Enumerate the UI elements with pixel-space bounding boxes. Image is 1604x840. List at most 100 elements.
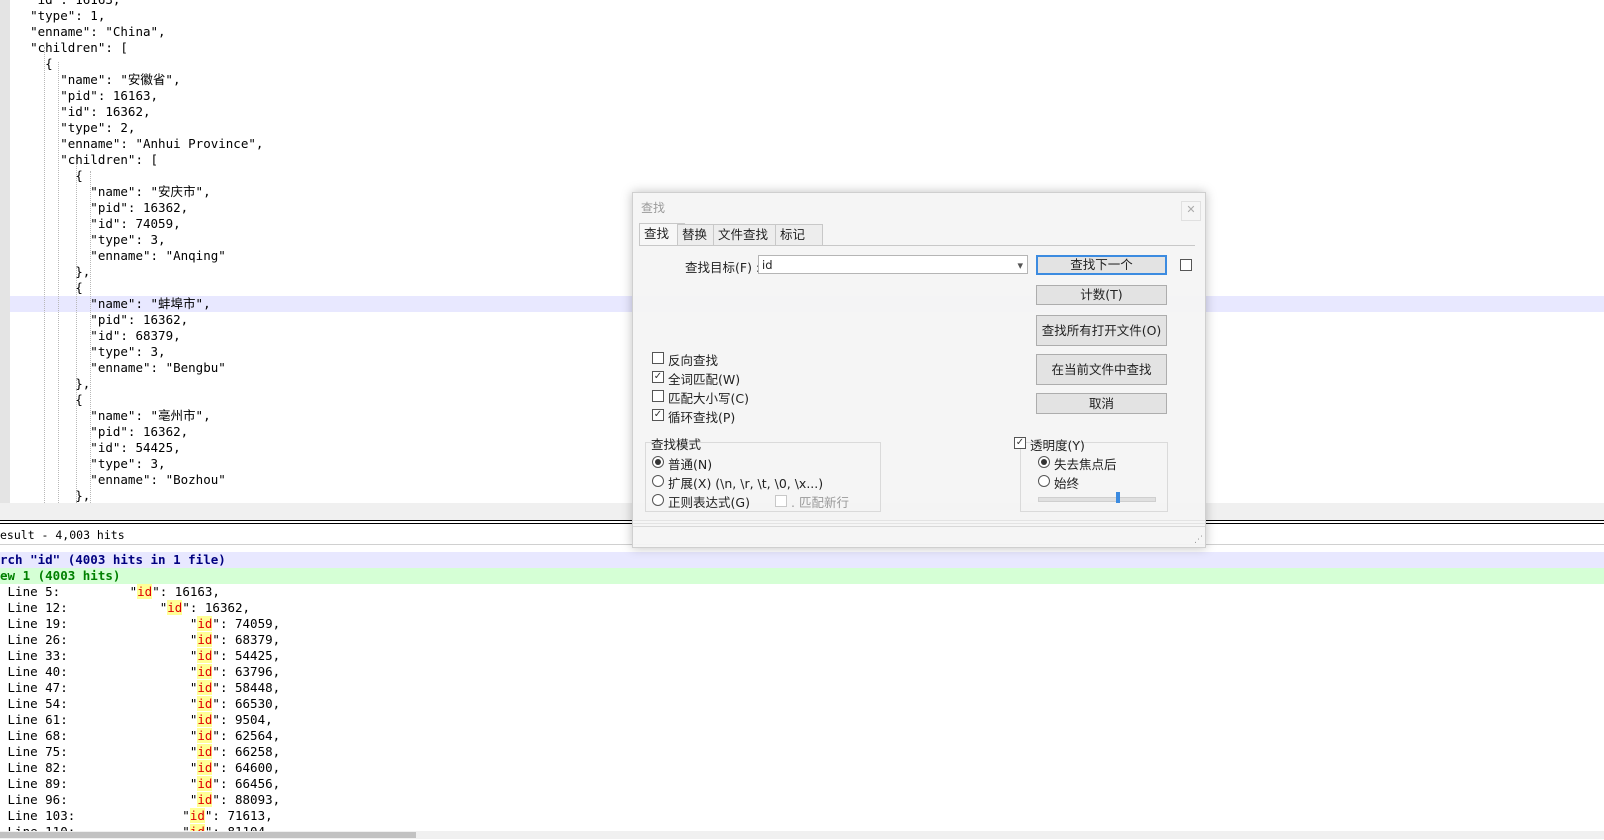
- result-text: ": [92, 728, 198, 743]
- result-text: ": 68379,: [212, 632, 281, 647]
- result-text: ": [92, 712, 198, 727]
- code-line: "enname": "Bozhou": [0, 472, 226, 487]
- result-line-number: Line 33:: [0, 648, 68, 663]
- result-text: ": 58448,: [212, 680, 281, 695]
- mode-regex-radio[interactable]: [652, 494, 664, 506]
- transparency-slider-thumb[interactable]: [1116, 492, 1120, 503]
- result-line-number: Line 82:: [0, 760, 68, 775]
- backward-checkbox[interactable]: [652, 352, 664, 364]
- dot-newline-checkbox[interactable]: [775, 495, 787, 507]
- find-all-current-file-button[interactable]: 在当前文件中查找: [1036, 354, 1167, 385]
- transparency-slider[interactable]: [1038, 497, 1156, 502]
- result-text: ": [92, 616, 198, 631]
- result-row[interactable]: Line 75: "id": 66258,: [0, 744, 1604, 760]
- result-text: ": 66530,: [212, 696, 281, 711]
- result-row[interactable]: Line 89: "id": 66456,: [0, 776, 1604, 792]
- result-row[interactable]: Line 26: "id": 68379,: [0, 632, 1604, 648]
- close-icon[interactable]: ✕: [1181, 201, 1201, 221]
- resize-grip-icon[interactable]: ⋰: [1194, 535, 1203, 545]
- code-line: "id": 16163,: [0, 0, 120, 8]
- find-what-input[interactable]: id ▾: [758, 255, 1028, 274]
- code-line: "type": 2,: [0, 120, 136, 135]
- code-line: "children": [: [0, 152, 159, 167]
- whole-word-label: 全词匹配(W): [668, 372, 741, 387]
- code-line: "id": 74059,: [0, 216, 181, 231]
- result-row[interactable]: Line 54: "id": 66530,: [0, 696, 1604, 712]
- result-text: ": [92, 744, 198, 759]
- result-row[interactable]: Line 68: "id": 62564,: [0, 728, 1604, 744]
- chevron-down-icon[interactable]: ▾: [1017, 256, 1023, 275]
- search-summary-line[interactable]: rch "id" (4003 hits in 1 file): [0, 552, 1604, 568]
- code-line: "pid": 16362,: [0, 200, 189, 215]
- result-text: ": [92, 696, 198, 711]
- result-text: ": 71613,: [204, 808, 273, 823]
- code-line: "id": 68379,: [0, 328, 181, 343]
- horizontal-scrollbar[interactable]: [0, 831, 1604, 839]
- result-row[interactable]: Line 5: "id": 16163,: [0, 584, 1604, 600]
- result-text: ": 54425,: [212, 648, 281, 663]
- code-line: },: [0, 488, 91, 503]
- always-radio[interactable]: [1038, 475, 1050, 487]
- find-what-label: 查找目标(F) :: [685, 260, 761, 275]
- result-text: ": [92, 664, 198, 679]
- result-text: ": 66456,: [212, 776, 281, 791]
- result-text: ": [92, 776, 198, 791]
- hit-highlight: id: [197, 792, 213, 807]
- tab-mark[interactable]: 标记: [775, 224, 823, 245]
- hit-highlight: id: [197, 776, 213, 791]
- cancel-button[interactable]: 取消: [1036, 393, 1167, 414]
- dot-newline-label: . 匹配新行: [791, 495, 849, 510]
- find-what-value: id: [762, 258, 773, 272]
- wrap-around-checkbox[interactable]: ✓: [652, 409, 664, 421]
- search-mode-title: 查找模式: [651, 437, 702, 452]
- result-text: ": 64600,: [212, 760, 281, 775]
- tab-divider: [639, 245, 1195, 246]
- code-line: "type": 3,: [0, 344, 166, 359]
- hit-highlight: id: [189, 808, 205, 823]
- mode-extended-radio[interactable]: [652, 475, 664, 487]
- whole-word-checkbox[interactable]: ✓: [652, 371, 664, 383]
- dialog-title: 查找: [641, 201, 666, 215]
- find-all-open-files-button[interactable]: 查找所有打开文件(O): [1036, 315, 1167, 346]
- find-next-button[interactable]: 查找下一个: [1036, 255, 1167, 275]
- file-summary-line[interactable]: ew 1 (4003 hits): [0, 568, 1604, 584]
- transparency-checkbox[interactable]: ✓: [1014, 437, 1026, 449]
- result-row[interactable]: Line 33: "id": 54425,: [0, 648, 1604, 664]
- code-line: "pid": 16362,: [0, 312, 189, 327]
- hit-highlight: id: [197, 616, 213, 631]
- mode-normal-radio[interactable]: [652, 456, 664, 468]
- result-line-number: Line 96:: [0, 792, 68, 807]
- on-lose-focus-radio[interactable]: [1038, 456, 1050, 468]
- code-line: "name": "亳州市",: [0, 408, 211, 423]
- match-case-checkbox[interactable]: [652, 390, 664, 402]
- code-line: "name": "蚌埠市",: [0, 296, 211, 311]
- code-line: "enname": "Anqing": [0, 248, 226, 263]
- count-button[interactable]: 计数(T): [1036, 285, 1167, 305]
- code-line: "enname": "Bengbu": [0, 360, 226, 375]
- result-row[interactable]: Line 103: "id": 71613,: [0, 808, 1604, 824]
- result-row[interactable]: Line 19: "id": 74059,: [0, 616, 1604, 632]
- hit-highlight: id: [137, 584, 153, 599]
- scrollbar-thumb[interactable]: [0, 832, 416, 838]
- code-line: },: [0, 264, 91, 279]
- on-lose-focus-label: 失去焦点后: [1054, 457, 1117, 472]
- code-line: {: [0, 392, 83, 407]
- result-text: ": [92, 680, 198, 695]
- result-row[interactable]: Line 96: "id": 88093,: [0, 792, 1604, 808]
- match-case-label: 匹配大小写(C): [668, 391, 749, 406]
- result-row[interactable]: Line 12: "id": 16362,: [0, 600, 1604, 616]
- hit-highlight: id: [197, 760, 213, 775]
- code-line: "enname": "Anhui Province",: [0, 136, 264, 151]
- mode-regex-label: 正则表达式(G): [668, 495, 750, 510]
- result-row[interactable]: Line 61: "id": 9504,: [0, 712, 1604, 728]
- hit-highlight: id: [197, 632, 213, 647]
- find-next-checkbox[interactable]: [1180, 259, 1192, 271]
- code-line: "type": 1,: [0, 8, 106, 23]
- result-row[interactable]: Line 82: "id": 64600,: [0, 760, 1604, 776]
- code-line: "id": 16362,: [0, 104, 151, 119]
- result-row[interactable]: Line 47: "id": 58448,: [0, 680, 1604, 696]
- result-text: ": 66258,: [212, 744, 281, 759]
- mode-normal-label: 普通(N): [668, 457, 713, 472]
- result-row[interactable]: Line 40: "id": 63796,: [0, 664, 1604, 680]
- code-line: {: [0, 56, 53, 71]
